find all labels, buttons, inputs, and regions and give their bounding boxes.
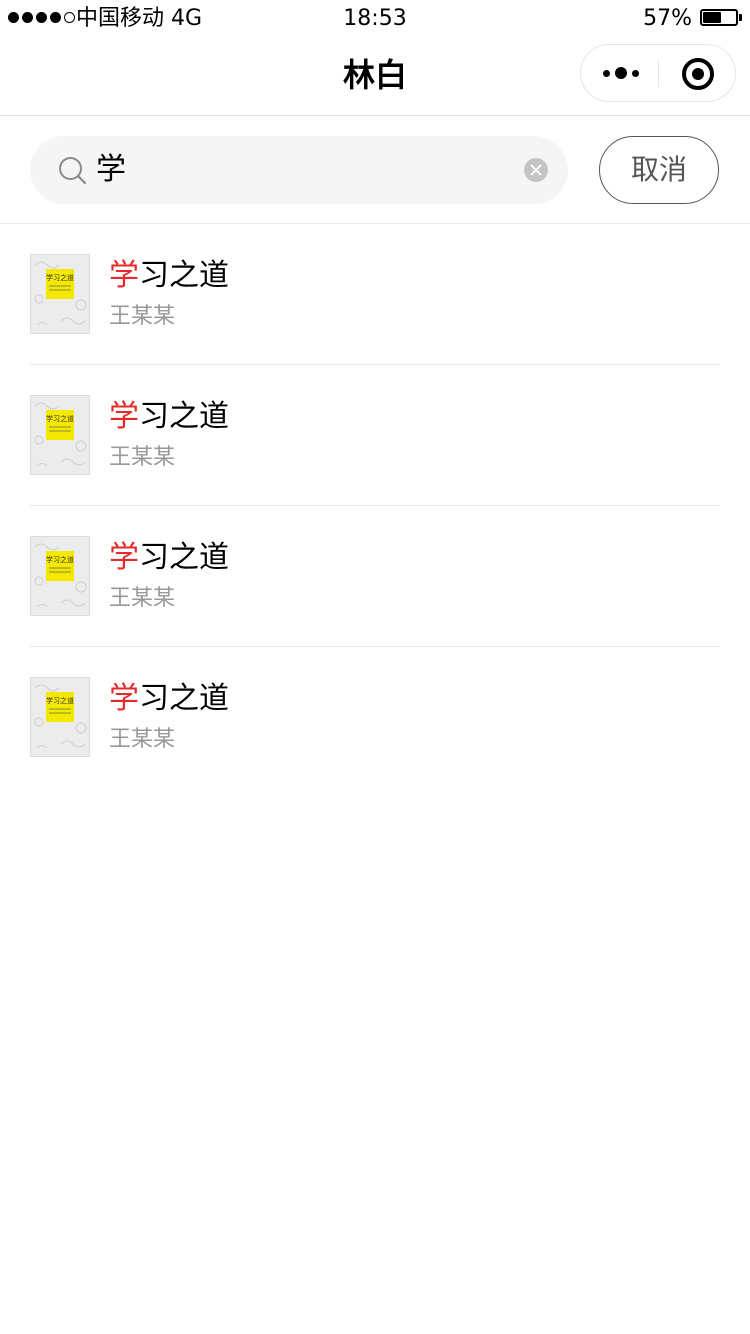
battery-icon [700,9,738,26]
svg-text:学习之道: 学习之道 [46,555,74,564]
book-title: 学习之道 [109,539,229,577]
svg-text:学习之道: 学习之道 [46,696,74,705]
book-title: 学习之道 [109,680,229,718]
battery-tip [739,14,742,21]
battery-percent: 57% [643,6,692,31]
book-title: 学习之道 [109,257,229,295]
title-rest: 习之道 [139,540,229,575]
nav-bar: 林白 [0,40,750,116]
more-options-icon[interactable] [601,59,641,87]
title-highlight: 学 [109,681,139,716]
close-mini-program-icon[interactable] [682,58,714,90]
results-list: 学习之道 学习之道 王某某 学习之道 学习之道 王某某 学习之道 学习之道 王某… [0,224,750,788]
result-item[interactable]: 学习之道 学习之道 王某某 [0,647,750,788]
mini-program-capsule [580,44,736,102]
title-highlight: 学 [109,540,139,575]
title-rest: 习之道 [139,258,229,293]
book-author: 王某某 [109,445,176,470]
battery-fill [703,12,721,23]
book-cover: 学习之道 [30,536,90,616]
title-highlight: 学 [109,399,139,434]
result-item[interactable]: 学习之道 学习之道 王某某 [0,224,750,365]
title-highlight: 学 [109,258,139,293]
book-cover: 学习之道 [30,254,90,334]
status-time: 18:53 [343,6,407,31]
book-cover: 学习之道 [30,395,90,475]
clear-icon[interactable] [524,158,548,182]
search-bar: 学 取消 [0,116,750,224]
status-bar: 中国移动 4G 18:53 57% [0,0,750,40]
search-query[interactable]: 学 [96,136,126,204]
capsule-divider [658,60,659,87]
book-title: 学习之道 [109,398,229,436]
svg-text:学习之道: 学习之道 [46,273,74,282]
book-cover: 学习之道 [30,677,90,757]
result-item[interactable]: 学习之道 学习之道 王某某 [0,365,750,506]
svg-text:学习之道: 学习之道 [46,414,74,423]
search-input[interactable]: 学 [30,136,568,204]
result-item[interactable]: 学习之道 学习之道 王某某 [0,506,750,647]
book-author: 王某某 [109,586,176,611]
search-icon [59,157,87,185]
title-rest: 习之道 [139,681,229,716]
book-author: 王某某 [109,727,176,752]
book-author: 王某某 [109,304,176,329]
cancel-button[interactable]: 取消 [599,136,719,204]
title-rest: 习之道 [139,399,229,434]
